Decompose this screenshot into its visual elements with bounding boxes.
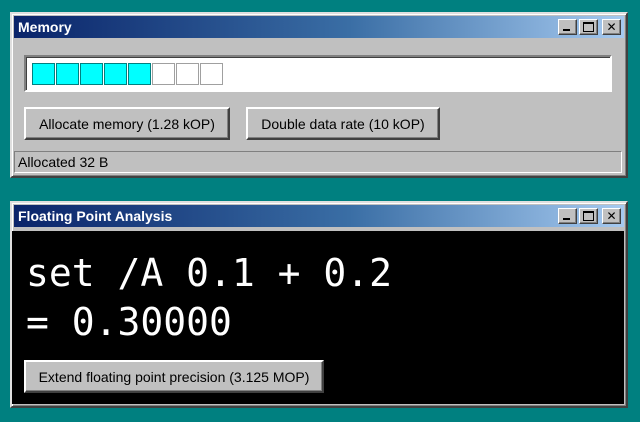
memory-cell-empty: [152, 62, 175, 85]
allocate-memory-button[interactable]: Allocate memory (1.28 kOP): [24, 107, 230, 140]
fp-window-title: Floating Point Analysis: [18, 208, 173, 224]
fp-window-controls: ✕: [558, 208, 621, 224]
maximize-icon[interactable]: [579, 19, 598, 35]
minimize-icon[interactable]: [558, 208, 577, 224]
memory-progress-bar: [24, 55, 612, 92]
memory-title-bar[interactable]: Memory ✕: [14, 16, 624, 38]
minimize-icon[interactable]: [558, 19, 577, 35]
memory-cell-filled: [104, 62, 127, 85]
memory-cell-empty: [200, 62, 223, 85]
console-line-result: = 0.30000: [26, 300, 232, 344]
fp-title-bar[interactable]: Floating Point Analysis ✕: [14, 205, 624, 227]
memory-window-title: Memory: [18, 19, 72, 35]
memory-cell-filled: [32, 62, 55, 85]
close-icon[interactable]: ✕: [602, 208, 621, 224]
double-data-rate-button[interactable]: Double data rate (10 kOP): [246, 107, 440, 140]
memory-cell-filled: [80, 62, 103, 85]
memory-window-controls: ✕: [558, 19, 621, 35]
memory-cell-filled: [128, 62, 151, 85]
maximize-icon[interactable]: [579, 208, 598, 224]
memory-status-bar: Allocated 32 B: [14, 151, 622, 173]
close-icon[interactable]: ✕: [602, 19, 621, 35]
memory-cell-filled: [56, 62, 79, 85]
console-line-expression: set /A 0.1 + 0.2: [26, 251, 393, 295]
memory-cell-empty: [176, 62, 199, 85]
memory-status-text: Allocated 32 B: [18, 154, 109, 170]
extend-precision-button[interactable]: Extend floating point precision (3.125 M…: [24, 360, 324, 393]
